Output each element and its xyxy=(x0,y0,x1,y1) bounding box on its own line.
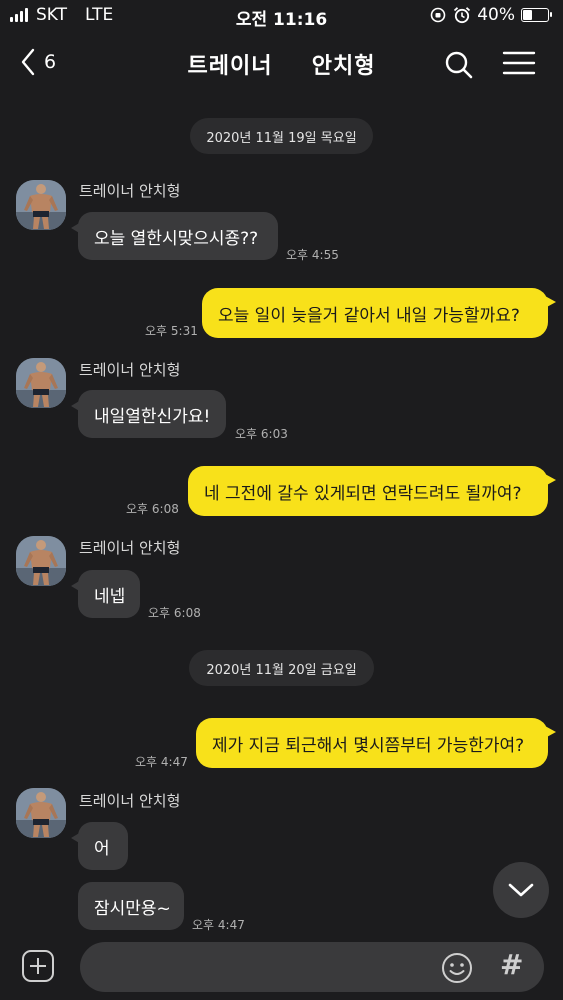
chat-title-name: 안치형 xyxy=(311,54,376,79)
trainer-photo xyxy=(16,788,66,838)
incoming-message[interactable]: 내일열한신가요! xyxy=(71,390,226,438)
chat-title-role: 트레이너 xyxy=(187,54,273,79)
outgoing-message[interactable]: 오늘 일이 늦을거 같아서 내일 가능할까요? xyxy=(202,288,556,338)
trainer-photo xyxy=(16,180,66,230)
search-icon xyxy=(445,51,473,79)
message-time: 오후 4:47 xyxy=(135,755,188,769)
hamburger-menu-icon xyxy=(502,51,536,75)
incoming-message[interactable]: 오늘 열한시맞으시죵?? xyxy=(71,212,278,260)
sender-name: 트레이너 안치형 xyxy=(79,361,181,379)
hashtag-search-button[interactable]: # xyxy=(500,948,523,981)
chat-screen: SKT LTE 오전 11:16 40% 6 트레이너 안치형 2020년 11… xyxy=(0,0,563,1000)
message-time: 오후 4:55 xyxy=(286,248,339,262)
trainer-avatar[interactable] xyxy=(16,180,66,230)
trainer-photo xyxy=(16,358,66,408)
message-list[interactable]: 2020년 11월 19일 목요일 트레이너 안치형 오늘 열한시맞으시죵?? … xyxy=(0,100,563,932)
chevron-down-icon xyxy=(508,883,534,897)
incoming-message[interactable]: 어 xyxy=(71,822,128,870)
outgoing-message[interactable]: 네 그전에 갈수 있게되면 연락드려도 될까여? xyxy=(188,466,556,516)
message-time: 오후 6:03 xyxy=(235,427,288,441)
date-divider: 2020년 11월 20일 금요일 xyxy=(189,650,374,686)
battery-fill xyxy=(523,10,532,20)
status-bar: SKT LTE 오전 11:16 40% xyxy=(0,0,563,32)
chat-header: 6 트레이너 안치형 xyxy=(0,36,563,92)
sender-name: 트레이너 안치형 xyxy=(79,182,181,200)
menu-button[interactable] xyxy=(502,50,536,80)
sender-name: 트레이너 안치형 xyxy=(79,792,181,810)
battery-icon xyxy=(521,8,552,22)
trainer-avatar[interactable] xyxy=(16,536,66,586)
message-time: 오후 6:08 xyxy=(126,502,179,516)
orientation-lock-icon xyxy=(430,7,446,23)
incoming-message[interactable]: 네넵 xyxy=(71,570,140,618)
attach-button[interactable] xyxy=(22,950,54,982)
search-button[interactable] xyxy=(444,50,474,84)
message-input[interactable] xyxy=(80,942,544,992)
chat-title: 트레이너 안치형 xyxy=(0,48,563,80)
date-divider: 2020년 11월 19일 목요일 xyxy=(190,118,373,154)
status-right: 40% xyxy=(429,5,552,25)
incoming-message[interactable]: 잠시만용~ xyxy=(78,882,184,930)
message-time: 오후 5:31 xyxy=(145,324,198,338)
message-time: 오후 4:47 xyxy=(192,918,245,932)
trainer-avatar[interactable] xyxy=(16,358,66,408)
trainer-avatar[interactable] xyxy=(16,788,66,838)
message-composer: # xyxy=(0,934,563,1000)
scroll-to-bottom-button[interactable] xyxy=(493,862,549,918)
outgoing-message[interactable]: 제가 지금 퇴근해서 몇시쯤부터 가능한가여? xyxy=(196,718,556,768)
sender-name: 트레이너 안치형 xyxy=(79,539,181,557)
battery-percent: 40% xyxy=(477,5,515,25)
emoji-button[interactable] xyxy=(441,952,473,988)
smiley-icon xyxy=(442,953,472,983)
message-time: 오후 6:08 xyxy=(148,606,201,620)
alarm-icon xyxy=(454,7,471,24)
trainer-photo xyxy=(16,536,66,586)
